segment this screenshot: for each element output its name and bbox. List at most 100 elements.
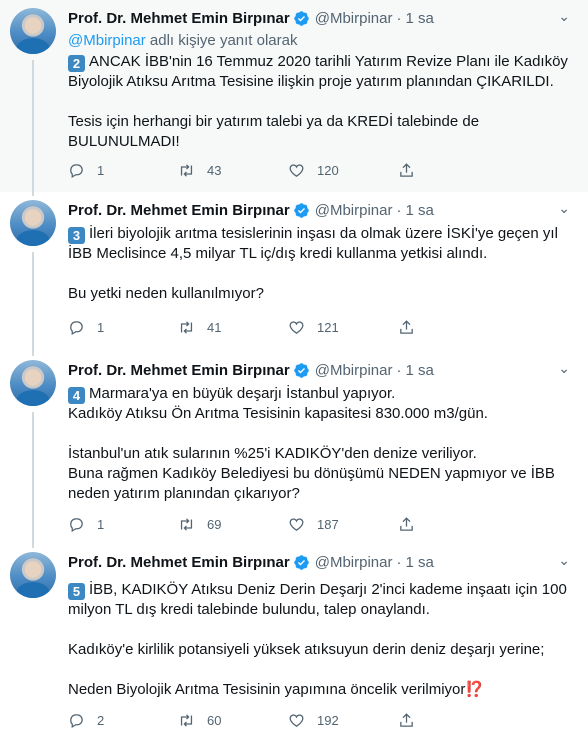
reply-icon	[70, 518, 83, 533]
author-name[interactable]: Prof. Dr. Mehmet Emin Birpınar	[68, 10, 290, 27]
reply-count: 1	[97, 517, 105, 532]
exclamation-question-icon: ⁉️	[465, 681, 485, 698]
tweet-3[interactable]: Prof. Dr. Mehmet Emin Birpınar @Mbirpina…	[0, 192, 588, 352]
verified-badge-icon	[293, 555, 309, 570]
like-count: 192	[317, 713, 339, 728]
retweet-button[interactable]: 41	[178, 319, 288, 336]
tweet-header: Prof. Dr. Mehmet Emin Birpınar @Mbirpina…	[68, 554, 434, 571]
timestamp[interactable]: 1 sa	[405, 202, 433, 219]
keycap-number: 4	[68, 387, 85, 404]
share-button[interactable]	[398, 162, 508, 179]
reply-button[interactable]: 1	[68, 162, 178, 179]
tweet-header: Prof. Dr. Mehmet Emin Birpınar @Mbirpina…	[68, 202, 434, 219]
avatar[interactable]	[10, 8, 56, 54]
thread-connector	[32, 412, 34, 544]
chevron-down-icon[interactable]: ⌄	[558, 8, 570, 25]
share-button[interactable]	[398, 516, 508, 533]
avatar[interactable]	[10, 360, 56, 406]
retweet-button[interactable]: 69	[178, 516, 288, 533]
tweet-actions: 1 41 121	[68, 319, 508, 336]
tweet-line: Kadıköy'e kirlilik potansiyeli yüksek at…	[68, 641, 545, 658]
tweet-2[interactable]: Prof. Dr. Mehmet Emin Birpınar @Mbirpina…	[0, 0, 588, 192]
heart-icon	[289, 518, 304, 531]
reply-count: 2	[97, 713, 105, 728]
reply-context: @Mbirpinar adlı kişiye yanıt olarak	[68, 32, 298, 49]
retweet-button[interactable]: 43	[178, 162, 288, 179]
timestamp[interactable]: 1 sa	[405, 362, 433, 379]
tweet-actions: 2 60 192	[68, 712, 508, 729]
retweet-count: 41	[207, 320, 222, 335]
reply-count: 1	[97, 163, 105, 178]
like-count: 121	[317, 320, 339, 335]
timestamp[interactable]: 1 sa	[405, 554, 433, 571]
separator-dot: ·	[396, 362, 402, 379]
thread-connector	[32, 252, 34, 352]
tweet-line: BULUNULMADI!	[68, 133, 180, 150]
avatar[interactable]	[10, 200, 56, 246]
author-handle[interactable]: @Mbirpinar	[315, 202, 393, 219]
share-icon	[400, 713, 413, 727]
thread-connector	[32, 60, 34, 192]
keycap-number: 3	[68, 227, 85, 244]
tweet-text: 4 Marmara'ya en büyük deşarjı İstanbul ya…	[68, 384, 568, 504]
author-handle[interactable]: @Mbirpinar	[315, 10, 393, 27]
author-name[interactable]: Prof. Dr. Mehmet Emin Birpınar	[68, 554, 290, 571]
reply-icon	[70, 164, 83, 179]
like-count: 120	[317, 163, 339, 178]
thread-connector	[32, 352, 34, 356]
tweet-line: İBB, KADIKÖY Atıksu Deniz Derin Deşarjı …	[89, 581, 567, 598]
tweet-line: Neden Biyolojik Arıtma Tesisinin yapımın…	[68, 681, 466, 698]
author-name[interactable]: Prof. Dr. Mehmet Emin Birpınar	[68, 202, 290, 219]
reply-button[interactable]: 1	[68, 319, 178, 336]
retweet-icon	[180, 714, 193, 727]
reply-mention-link[interactable]: @Mbirpinar	[68, 32, 146, 49]
heart-icon	[289, 164, 304, 177]
tweet-4[interactable]: Prof. Dr. Mehmet Emin Birpınar @Mbirpina…	[0, 352, 588, 544]
chevron-down-icon[interactable]: ⌄	[558, 360, 570, 377]
author-name[interactable]: Prof. Dr. Mehmet Emin Birpınar	[68, 362, 290, 379]
tweet-line: Biyolojik Atıksu Arıtma Tesisine ilişkin…	[68, 73, 554, 90]
heart-icon	[289, 714, 304, 727]
tweet-actions: 1 69 187	[68, 516, 508, 533]
chevron-down-icon[interactable]: ⌄	[558, 200, 570, 217]
separator-dot: ·	[396, 202, 402, 219]
chevron-down-icon[interactable]: ⌄	[558, 552, 570, 569]
share-button[interactable]	[398, 319, 508, 336]
reply-context-text: adlı kişiye yanıt olarak	[145, 32, 298, 49]
tweet-line: Marmara'ya en büyük deşarjı İstanbul yap…	[89, 385, 396, 402]
retweet-icon	[180, 164, 193, 177]
like-button[interactable]: 120	[288, 162, 398, 179]
share-button[interactable]	[398, 712, 508, 729]
thread-connector	[32, 544, 34, 548]
tweet-thread: Prof. Dr. Mehmet Emin Birpınar @Mbirpina…	[0, 0, 588, 739]
retweet-button[interactable]: 60	[178, 712, 288, 729]
tweet-text: 5 İBB, KADIKÖY Atıksu Deniz Derin Deşarjı…	[68, 580, 568, 700]
retweet-count: 43	[207, 163, 222, 178]
retweet-icon	[180, 518, 193, 531]
tweet-line: ANCAK İBB'nin 16 Temmuz 2020 tarihli Yat…	[89, 53, 568, 70]
keycap-number: 2	[68, 55, 85, 72]
author-handle[interactable]: @Mbirpinar	[315, 554, 393, 571]
verified-badge-icon	[293, 203, 309, 218]
share-icon	[400, 320, 413, 334]
reply-icon	[70, 321, 83, 336]
tweet-5[interactable]: Prof. Dr. Mehmet Emin Birpınar @Mbirpina…	[0, 544, 588, 739]
tweet-line: Bu yetki neden kullanılmıyor?	[68, 285, 264, 302]
separator-dot: ·	[396, 554, 402, 571]
author-handle[interactable]: @Mbirpinar	[315, 362, 393, 379]
timestamp[interactable]: 1 sa	[405, 10, 433, 27]
like-button[interactable]: 121	[288, 319, 398, 336]
avatar[interactable]	[10, 552, 56, 598]
like-count: 187	[317, 517, 339, 532]
reply-count: 1	[97, 320, 105, 335]
share-icon	[400, 163, 413, 177]
tweet-line: Tesis için herhangi bir yatırım talebi y…	[68, 113, 480, 130]
reply-button[interactable]: 2	[68, 712, 178, 729]
like-button[interactable]: 187	[288, 516, 398, 533]
separator-dot: ·	[396, 10, 402, 27]
reply-button[interactable]: 1	[68, 516, 178, 533]
tweet-actions: 1 43 120	[68, 162, 508, 179]
heart-icon	[289, 321, 304, 334]
like-button[interactable]: 192	[288, 712, 398, 729]
tweet-line: milyon TL dış kredi talebinde bulundu, t…	[68, 601, 430, 618]
